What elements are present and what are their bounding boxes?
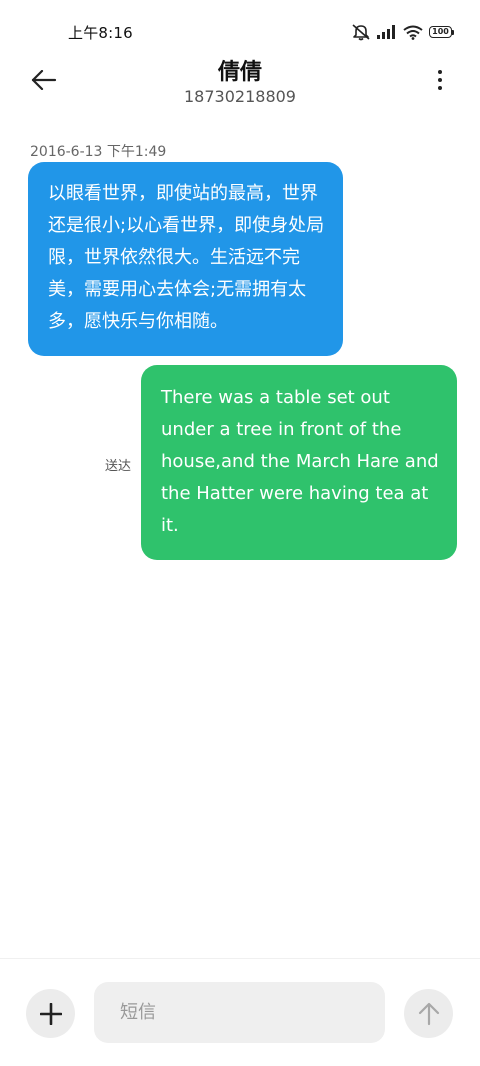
send-button[interactable] [404,989,453,1038]
battery-icon: 100 [429,26,454,38]
add-attachment-button[interactable] [26,989,75,1038]
sms-input[interactable] [94,982,385,1043]
plus-icon [39,1002,62,1025]
battery-level: 100 [429,26,452,38]
message-timestamp: 2016-6-13 下午1:49 [30,144,167,160]
signal-icon [377,25,397,39]
delivery-status: 送达 [105,459,132,474]
status-time: 上午8:16 [68,24,133,42]
status-icons: 100 [351,22,454,42]
contact-name: 倩倩 [217,60,262,85]
send-arrow-up-icon [418,1002,439,1025]
composer-divider [0,958,480,959]
incoming-message-bubble[interactable]: 以眼看世界，即使站的最高，世界还是很小;以心看世界，即使身处局限，世界依然很大。… [28,162,343,356]
more-vertical-icon [438,70,442,74]
outgoing-message-bubble[interactable]: There was a table set out under a tree i… [141,365,457,560]
more-options-button[interactable] [428,66,452,94]
contact-phone-number: 18730218809 [184,87,296,106]
wifi-icon [403,25,423,40]
messaging-screen: 上午8:16 100 倩倩 18730218809 2016-6-13 下午1:… [0,0,480,1066]
mute-icon [351,23,371,41]
conversation-header: 倩倩 18730218809 [0,50,480,116]
status-bar: 上午8:16 100 [0,0,480,56]
